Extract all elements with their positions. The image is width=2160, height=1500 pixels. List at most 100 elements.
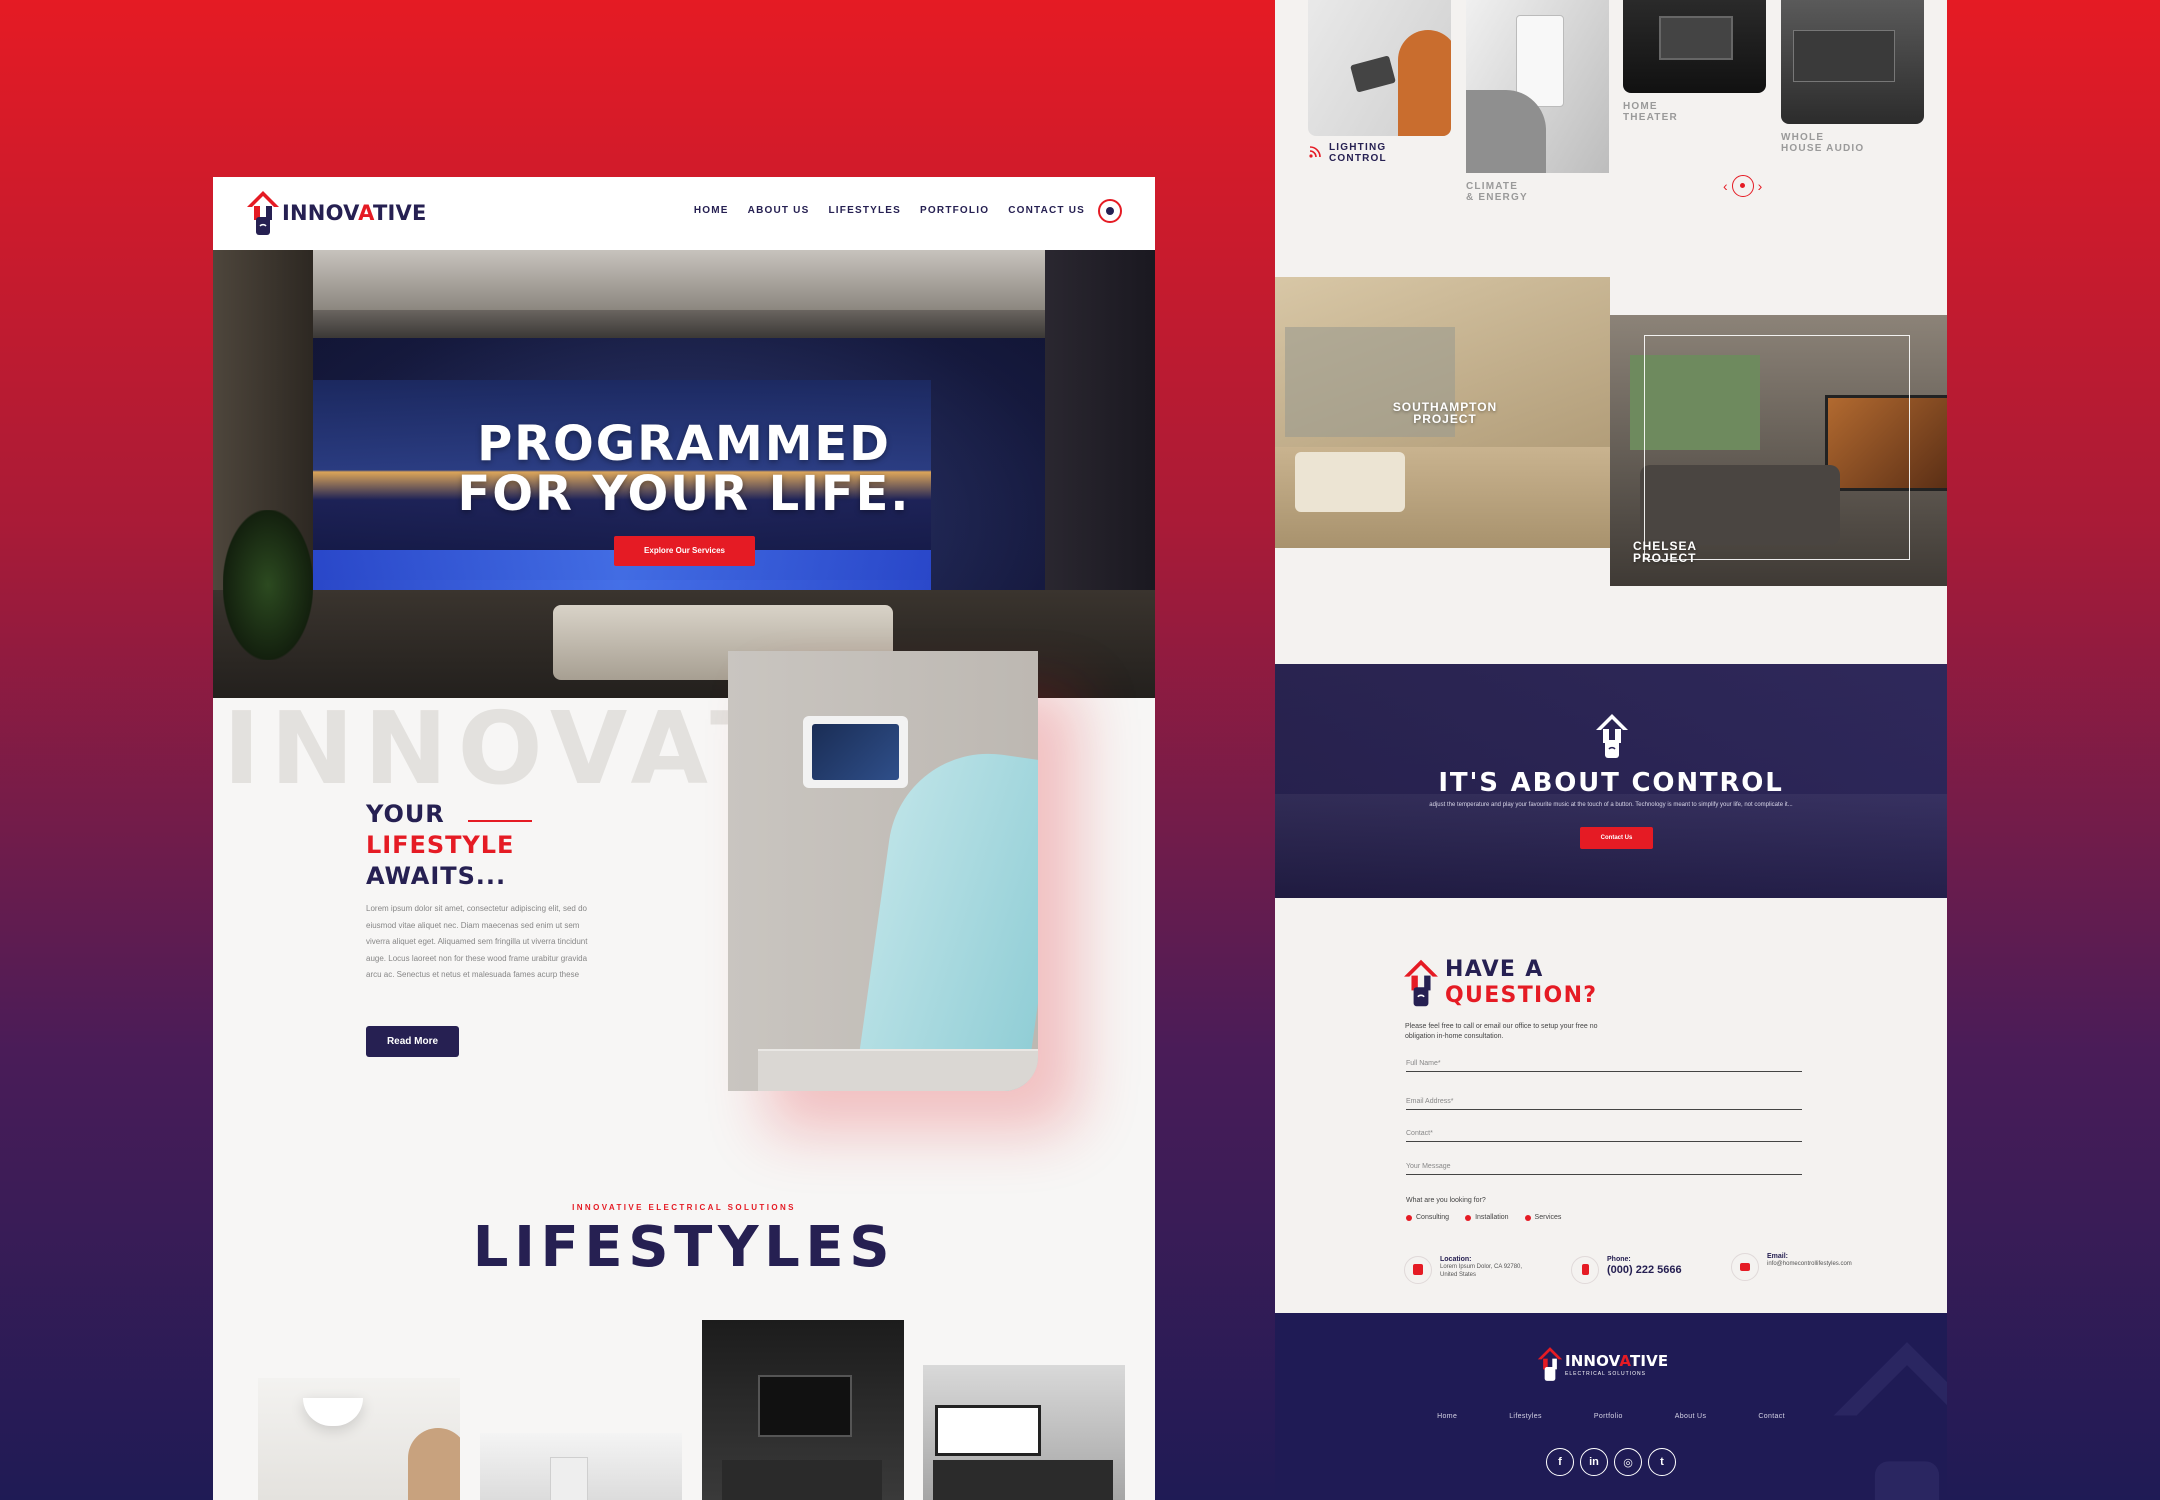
read-more-button[interactable]: Read More	[366, 1026, 459, 1057]
wall-frame	[935, 1405, 1041, 1456]
lifestyle-thumb-audio[interactable]	[923, 1365, 1125, 1500]
footer-nav-home[interactable]: Home	[1437, 1413, 1457, 1420]
phone-value[interactable]: (000) 222 5666	[1607, 1263, 1682, 1277]
email-field[interactable]: Email Address*	[1406, 1098, 1802, 1110]
project-label-line2: PROJECT	[1413, 412, 1477, 426]
location-label: Location:	[1440, 1256, 1472, 1263]
house-logo-icon	[247, 191, 279, 235]
chevron-right-icon[interactable]: ›	[1758, 178, 1763, 194]
service-caption-lighting: LIGHTING CONTROL	[1329, 142, 1387, 164]
service-caption-line2: & ENERGY	[1466, 192, 1528, 203]
question-heading-line2: QUESTION?	[1445, 983, 1598, 1008]
logo-wordmark: INNOVATIVE	[282, 201, 427, 225]
footer-nav-about-us[interactable]: About Us	[1675, 1413, 1707, 1420]
service-caption-line2: HOUSE AUDIO	[1781, 143, 1865, 154]
option-services[interactable]: Services	[1524, 1214, 1562, 1221]
main-nav: HOME ABOUT US LIFESTYLES PORTFOLIO CONTA…	[694, 205, 1085, 216]
phone-label: Phone:	[1607, 1256, 1631, 1263]
question-heading-line1: HAVE A	[1445, 957, 1544, 982]
nav-about-us[interactable]: ABOUT US	[748, 205, 810, 216]
service-caption-line2: CONTROL	[1329, 153, 1387, 164]
house-logo-icon	[1404, 959, 1438, 1007]
heading-dash	[468, 820, 532, 822]
nav-contact-us[interactable]: CONTACT US	[1008, 205, 1085, 216]
facebook-icon[interactable]: f	[1546, 1448, 1574, 1476]
service-photo-theater[interactable]	[1623, 0, 1766, 93]
thermostat-panel	[550, 1457, 588, 1500]
footer-nav-contact[interactable]: Contact	[1758, 1413, 1785, 1420]
radio-icon	[1524, 1214, 1531, 1221]
hero-title-line1: PROGRAMMED	[477, 416, 891, 472]
option-installation[interactable]: Installation	[1465, 1214, 1509, 1221]
instagram-icon[interactable]: ◎	[1614, 1448, 1642, 1476]
option-consulting[interactable]: Consulting	[1406, 1214, 1449, 1221]
service-options: Consulting Installation Services	[1406, 1214, 1561, 1221]
hero-beam	[311, 310, 1055, 338]
full-name-field[interactable]: Full Name*	[1406, 1060, 1802, 1072]
lifestyle-thumb-theater[interactable]	[702, 1320, 904, 1500]
footer-wordmark: INNOVATIVE	[1565, 1351, 1669, 1370]
footer-tagline: ELECTRICAL SOLUTIONS	[1565, 1370, 1646, 1377]
control-title: IT'S ABOUT CONTROL	[1438, 768, 1784, 798]
looking-for-label: What are you looking for?	[1406, 1197, 1486, 1204]
wall-tablet-screen	[812, 724, 899, 780]
hero-ceiling	[213, 250, 1155, 310]
site-footer: INNOVATIVE ELECTRICAL SOLUTIONS Home Lif…	[1275, 1313, 1947, 1500]
message-field[interactable]: Your Message	[1406, 1163, 1802, 1175]
email-label: Email:	[1767, 1253, 1789, 1260]
portfolio-contact-mockup: LIGHTING CONTROL CLIMATE & ENERGY HOME T…	[1275, 0, 1947, 1500]
chevron-left-icon[interactable]: ‹	[1723, 178, 1728, 194]
option-label: Consulting	[1416, 1214, 1450, 1221]
contact-location: Location: Lorem Ipsum Dolor, CA 92780, U…	[1404, 1256, 1522, 1284]
person-silhouette	[1398, 30, 1451, 136]
explore-services-button[interactable]: Explore Our Services	[614, 536, 755, 566]
service-caption-climate: CLIMATE & ENERGY	[1466, 181, 1528, 203]
service-caption-line1: HOME	[1623, 101, 1658, 112]
theater-seats	[722, 1460, 882, 1500]
footer-nav-portfolio[interactable]: Portfolio	[1594, 1413, 1623, 1420]
project-label-chelsea: CHELSEA PROJECT	[1633, 540, 1697, 564]
service-caption-theater: HOME THEATER	[1623, 101, 1678, 123]
about-control-section: IT'S ABOUT CONTROL adjust the temperatur…	[1275, 664, 1947, 898]
phone-icon	[1571, 1256, 1599, 1284]
service-caption-line1: LIGHTING	[1329, 142, 1387, 153]
nav-home[interactable]: HOME	[694, 205, 729, 216]
site-logo[interactable]: INNOVATIVE	[246, 189, 427, 237]
question-description: Please feel free to call or email our of…	[1405, 1023, 1598, 1040]
service-photo-climate[interactable]	[1466, 0, 1609, 173]
hand-silhouette	[1466, 90, 1546, 173]
footer-nav-lifestyles[interactable]: Lifestyles	[1509, 1413, 1542, 1420]
option-label: Services	[1534, 1214, 1562, 1221]
lifestyles-title: LIFESTYLES	[472, 1215, 896, 1280]
service-caption-audio: WHOLE HOUSE AUDIO	[1781, 132, 1864, 154]
slider-dot-icon[interactable]	[1731, 175, 1754, 197]
contact-phone: Phone: (000) 222 5666	[1571, 1256, 1682, 1284]
linkedin-icon[interactable]: in	[1580, 1448, 1608, 1476]
contact-email: Email: info@homecontrollifestyles.com	[1731, 1253, 1852, 1281]
service-photo-lighting[interactable]	[1308, 0, 1451, 136]
footer-nav: Home Lifestyles Portfolio About Us Conta…	[1275, 1413, 1947, 1420]
twitter-icon[interactable]: t	[1648, 1448, 1676, 1476]
house-logo-icon	[1537, 1347, 1563, 1381]
hero-section: PROGRAMMED FOR YOUR LIFE. Explore Our Se…	[213, 250, 1155, 698]
lifestyle-thumb-lighting[interactable]	[258, 1378, 460, 1500]
touch-panel-photo	[728, 651, 1038, 1091]
service-caption-line1: CLIMATE	[1466, 181, 1519, 192]
theater-screen	[1659, 16, 1733, 60]
lifestyles-subtitle: INNOVATIVE ELECTRICAL SOLUTIONS	[572, 1203, 796, 1212]
homepage-mockup: INNOVATIVE HOME ABOUT US LIFESTYLES PORT…	[213, 177, 1155, 1500]
lifestyle-heading-line2: LIFESTYLE	[366, 831, 515, 859]
nav-portfolio[interactable]: PORTFOLIO	[920, 205, 989, 216]
project-frame	[1644, 335, 1910, 560]
contact-field[interactable]: Contact*	[1406, 1130, 1802, 1142]
circle-menu-icon[interactable]	[1098, 199, 1122, 223]
contact-us-button[interactable]: Contact Us	[1580, 827, 1653, 849]
service-photo-audio[interactable]	[1781, 0, 1924, 124]
email-value[interactable]: info@homecontrollifestyles.com	[1767, 1260, 1852, 1268]
project-label-line2: PROJECT	[1633, 551, 1697, 565]
option-label: Installation	[1475, 1214, 1509, 1221]
control-description: adjust the temperature and play your fav…	[1429, 802, 1793, 808]
footer-logo[interactable]: INNOVATIVE ELECTRICAL SOLUTIONS	[1537, 1345, 1668, 1383]
lifestyle-thumb-climate[interactable]	[480, 1433, 682, 1500]
nav-lifestyles[interactable]: LIFESTYLES	[828, 205, 901, 216]
